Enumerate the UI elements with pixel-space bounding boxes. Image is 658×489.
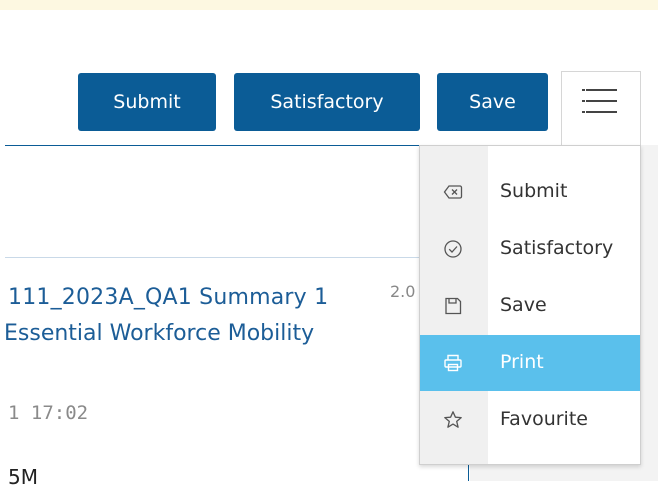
submit-button[interactable]: Submit (78, 73, 216, 131)
save-button[interactable]: Save (437, 73, 548, 131)
document-panel: 111_2023A_QA1 Summary 1 Essential Workfo… (0, 145, 470, 489)
menu-item-label: Save (500, 294, 547, 316)
menu-item-save[interactable]: Save (420, 278, 640, 334)
menu-item-favourite[interactable]: Favourite (420, 392, 640, 448)
star-icon (444, 411, 462, 428)
save-icon (445, 297, 462, 315)
notice-strip (0, 0, 658, 10)
print-icon (444, 354, 462, 372)
divider (5, 145, 470, 146)
backspace-icon (443, 185, 463, 199)
menu-item-label: Favourite (500, 408, 588, 430)
menu-item-submit[interactable]: Submit (420, 164, 640, 220)
menu-item-label: Satisfactory (500, 237, 614, 259)
divider (5, 257, 470, 258)
satisfactory-button[interactable]: Satisfactory (234, 73, 420, 131)
menu-item-print[interactable]: Print (420, 335, 640, 391)
hamburger-menu-icon (582, 88, 617, 115)
menu-item-label: Submit (500, 180, 568, 202)
document-title-link[interactable]: 111_2023A_QA1 Summary 1 (8, 285, 328, 310)
menu-item-satisfactory[interactable]: Satisfactory (420, 221, 640, 277)
timestamp: 1 17:02 (8, 402, 89, 424)
file-size: 5M (8, 465, 38, 489)
menu-item-label: Print (500, 351, 544, 373)
more-menu-button[interactable] (561, 71, 641, 145)
actions-dropdown-menu: Submit Satisfactory Save Print Favourite (419, 145, 641, 465)
document-subtitle-link[interactable]: Essential Workforce Mobility (4, 321, 314, 346)
version-label: 2.0 (390, 282, 416, 301)
check-circle-icon (444, 240, 462, 258)
